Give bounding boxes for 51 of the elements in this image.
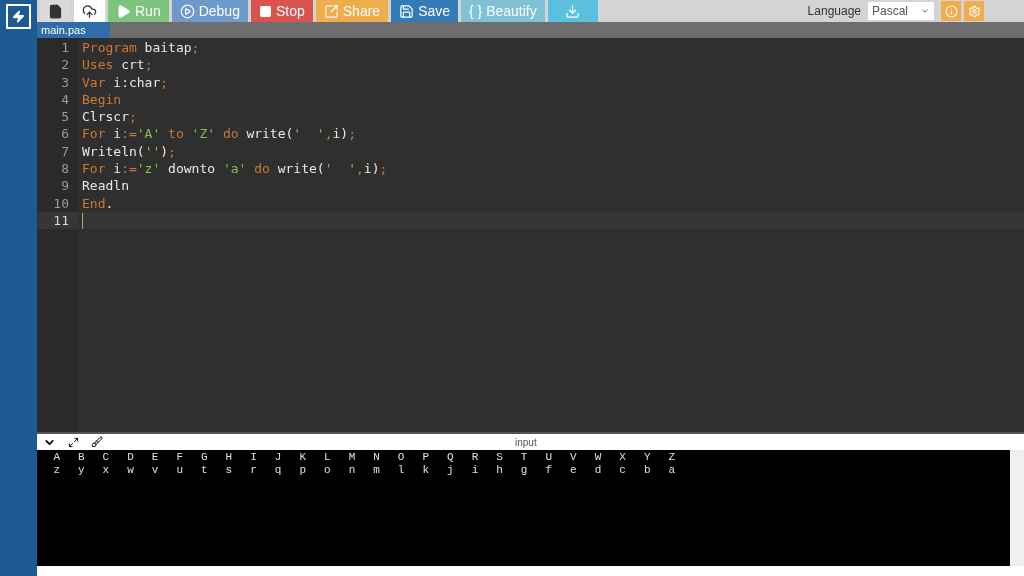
code-line: Readln [82,178,129,194]
brush-icon[interactable] [91,436,103,448]
upload-button[interactable] [74,0,105,22]
save-icon [399,3,415,19]
download-icon [565,3,581,19]
line-number: 8 [61,161,69,177]
logo-icon[interactable] [6,4,31,29]
line-number: 10 [53,195,69,211]
chevron-down-icon [920,6,930,16]
line-number: 5 [61,109,69,125]
debug-button[interactable]: Debug [171,0,248,22]
cloud-upload-icon [82,3,97,19]
file-tab[interactable]: main.pas [37,22,110,38]
code-line: Clrscr; [82,109,137,125]
code-line: Var i:char; [82,74,169,90]
stop-icon [258,4,272,18]
run-button[interactable]: Run [108,0,169,22]
line-number: 4 [61,91,69,107]
line-number: 2 [61,57,69,73]
share-icon [323,3,339,19]
output-line: z y x w v u t s r q p o n m l k j i h g f e d c b a [52,464,678,477]
code-line: Begin [82,91,122,107]
output-line: A B C D E F G H I J K L M N O P Q R S T U V W X Y Z [52,451,678,464]
scrollbar[interactable] [1010,450,1024,566]
code-line: For i:='A' to 'Z' do write(' ',i); [82,126,356,142]
line-number: 9 [61,178,69,194]
info-icon [944,4,958,18]
line-number: 11 [53,212,69,228]
code-line: Program baitap; [82,40,200,55]
beautify-button[interactable]: { } Beautify [461,0,545,22]
panel-title: input [515,435,537,450]
expand-icon[interactable] [68,436,79,448]
code-line: End. [82,195,114,211]
language-label: Language [807,3,861,20]
gear-icon [967,4,981,18]
code-line: Uses crt; [82,57,153,73]
line-number: 7 [61,143,69,159]
language-select[interactable]: Pascal [868,2,934,20]
line-number: 1 [61,40,69,55]
line-number: 6 [61,126,69,142]
file-button[interactable] [40,0,71,22]
line-number: 3 [61,74,69,90]
code-line: Writeln(''); [82,143,176,159]
code-line: For i:='z' downto 'a' do write(' ',i); [82,161,388,177]
file-icon [48,3,63,19]
code-editor[interactable]: 1 2 3 4 5 6 7 8 9 10 11 Program baitap; Uses crt; Var i:char; Begin Clrscr; For i:='A' to 'Z' do write(' ',i); Writeln(''); For i:='z' downto 'a' do write(' ',i); Readln End. [37,38,1024,432]
play-icon [116,3,131,19]
stop-button[interactable]: Stop [250,0,313,22]
text-cursor [82,213,83,230]
save-button[interactable]: Save [391,0,459,22]
circle-play-icon [179,3,195,19]
